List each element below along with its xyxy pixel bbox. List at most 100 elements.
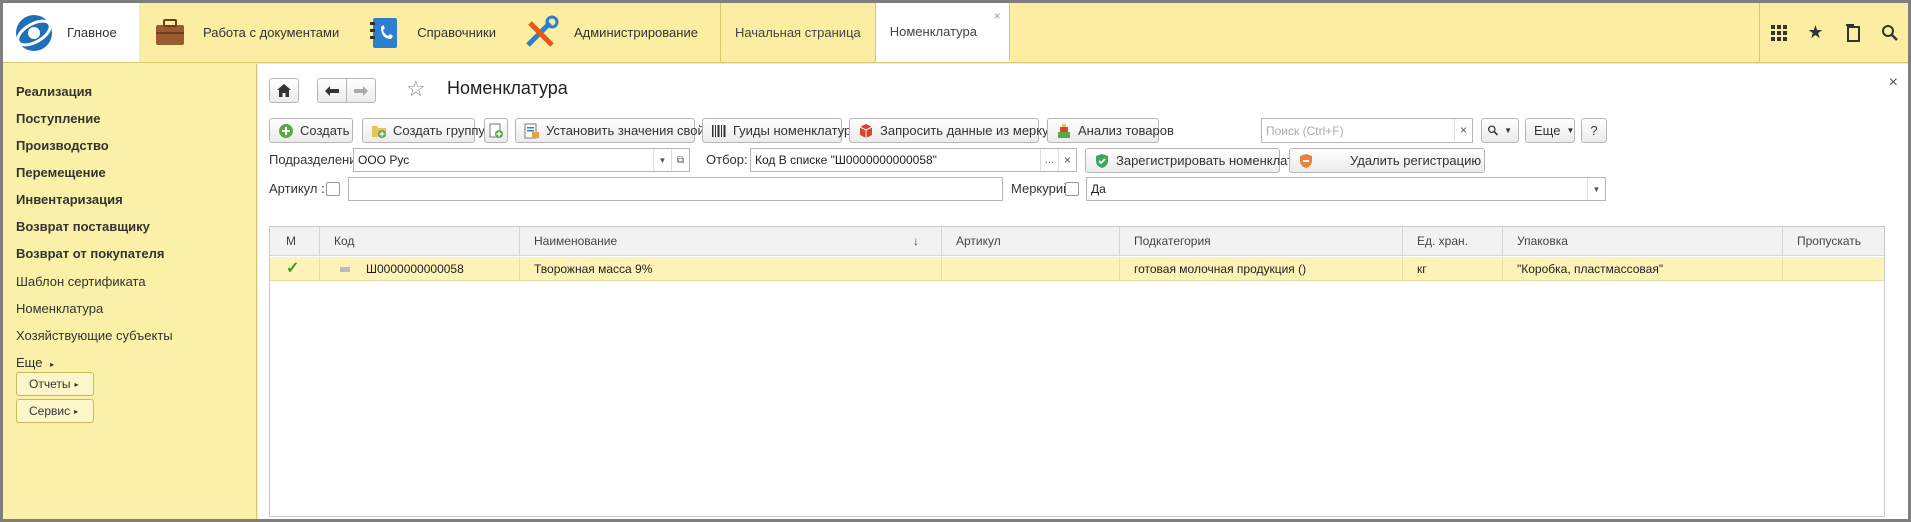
row-check-icon[interactable]: ✓: [270, 257, 320, 281]
section-catalogs[interactable]: Справочники: [353, 3, 510, 62]
section-catalogs-label: Справочники: [417, 25, 496, 40]
cell-article: [942, 257, 1120, 281]
open-tabs: Начальная страница Номенклатура ×: [719, 3, 1010, 62]
home-icon: [277, 84, 291, 97]
filter-field[interactable]: Код В списке "Ш0000000000058" … ×: [750, 148, 1077, 172]
create-button[interactable]: Создать: [269, 118, 353, 143]
clear-search-icon[interactable]: ×: [1454, 119, 1472, 141]
search-button[interactable]: ▼: [1481, 118, 1519, 143]
create-group-button-label: Создать группу: [393, 123, 485, 138]
col-skip[interactable]: Пропускать: [1783, 227, 1886, 256]
article-label: Артикул :: [269, 181, 325, 196]
section-admin[interactable]: Администрирование: [510, 3, 712, 62]
tab-nomenclature-label: Номенклатура: [889, 24, 977, 39]
reports-button[interactable]: Отчеты ▸: [16, 372, 94, 396]
shield-remove-icon: [1298, 153, 1314, 169]
section-documents[interactable]: Работа с документами: [139, 3, 353, 62]
sidebar-item-return-supplier[interactable]: Возврат поставщику: [16, 219, 150, 234]
close-form-icon[interactable]: ×: [1889, 74, 1898, 92]
unregister-button[interactable]: Удалить регистрацию: [1289, 148, 1485, 173]
cell-unit: кг: [1403, 257, 1503, 281]
col-code[interactable]: Код: [320, 227, 520, 256]
sidebar-item-inventory[interactable]: Инвентаризация: [16, 192, 123, 207]
search-input[interactable]: Поиск (Ctrl+F) ×: [1261, 118, 1473, 143]
sort-arrow-icon: ↓: [913, 234, 919, 248]
cell-code-value: Ш0000000000058: [366, 262, 464, 276]
table-row[interactable]: ✓ Ш0000000000058 Творожная масса 9% гото…: [270, 257, 1884, 281]
history-icon[interactable]: [1834, 3, 1871, 63]
chevron-right-icon: ▸: [74, 406, 79, 416]
sidebar-item-certificate-template[interactable]: Шаблон сертификата: [16, 274, 146, 289]
col-mark[interactable]: М: [270, 227, 320, 256]
tab-nomenclature[interactable]: Номенклатура ×: [875, 3, 1010, 62]
set-properties-button[interactable]: Установить значения свойств: [515, 118, 724, 143]
request-mercury-button[interactable]: Запросить данные из меркурий: [849, 118, 1070, 143]
sidebar-item-business-entities[interactable]: Хозяйствующие субъекты: [16, 328, 173, 343]
create-group-button[interactable]: Создать группу: [362, 118, 485, 143]
properties-icon: [524, 123, 540, 139]
mercury-checkbox[interactable]: [1065, 182, 1079, 196]
favorite-star-icon[interactable]: ☆: [406, 76, 426, 102]
division-field[interactable]: ООО Рус ▼ ⧉: [353, 148, 690, 172]
mercury-value: Да: [1091, 182, 1106, 196]
search-icon: [1488, 125, 1499, 136]
col-package[interactable]: Упаковка: [1503, 227, 1783, 256]
back-button[interactable]: [317, 78, 347, 103]
search-placeholder: Поиск (Ctrl+F): [1266, 123, 1344, 138]
chevron-down-icon[interactable]: ▼: [653, 149, 671, 171]
more-button[interactable]: Еще ▼: [1525, 118, 1575, 143]
sidebar-item-return-customer[interactable]: Возврат от покупателя: [16, 246, 164, 261]
forward-button[interactable]: [346, 78, 376, 103]
tab-home-page[interactable]: Начальная страница: [721, 3, 876, 62]
cell-skip: [1783, 257, 1886, 281]
col-name[interactable]: Наименование ↓: [520, 227, 942, 256]
sidebar-item-production[interactable]: Производство: [16, 138, 109, 153]
arrow-left-icon: [325, 85, 339, 96]
guids-button-label: Гуиды номенклатуры: [733, 123, 861, 138]
ellipsis-icon[interactable]: …: [1040, 149, 1058, 171]
briefcase-icon: [149, 13, 191, 53]
tab-close-icon[interactable]: ×: [994, 9, 1001, 23]
search-icon[interactable]: [1871, 3, 1908, 63]
sidebar-item-transfer[interactable]: Перемещение: [16, 165, 106, 180]
section-main[interactable]: Главное: [3, 3, 139, 62]
filter-value: Код В списке "Ш0000000000058": [755, 153, 937, 167]
chevron-down-icon: ▼: [1504, 126, 1512, 135]
phonebook-icon: [363, 13, 405, 53]
document-add-icon: [488, 123, 504, 139]
chevron-down-icon[interactable]: ▼: [1587, 178, 1605, 200]
analysis-button[interactable]: Анализ товаров: [1047, 118, 1174, 143]
cell-name: Творожная масса 9%: [520, 257, 942, 281]
help-button[interactable]: ?: [1581, 118, 1607, 143]
sidebar: Реализация Поступление Производство Пере…: [3, 64, 257, 519]
copy-button[interactable]: [484, 118, 508, 143]
col-unit[interactable]: Ед. хран.: [1403, 227, 1503, 256]
article-field[interactable]: [348, 177, 1003, 201]
clear-filter-icon[interactable]: ×: [1058, 149, 1076, 171]
star-icon[interactable]: ★: [1797, 3, 1834, 63]
chevron-right-icon: ▸: [74, 379, 79, 389]
sidebar-item-more[interactable]: Еще ▸: [16, 355, 54, 370]
package-icon: [858, 123, 874, 139]
mercury-field[interactable]: Да ▼: [1086, 177, 1606, 201]
service-button[interactable]: Сервис ▸: [16, 399, 94, 423]
sidebar-item-nomenclature[interactable]: Номенклатура: [16, 301, 103, 316]
plus-circle-icon: [278, 123, 294, 139]
col-article[interactable]: Артикул: [942, 227, 1120, 256]
home-button[interactable]: [269, 78, 299, 103]
folder-add-icon: [371, 123, 387, 139]
article-checkbox[interactable]: [326, 182, 340, 196]
section-admin-label: Администрирование: [573, 25, 698, 40]
open-icon[interactable]: ⧉: [671, 149, 689, 171]
guids-button[interactable]: Гуиды номенклатуры: [702, 118, 861, 143]
apps-grid-icon[interactable]: [1760, 3, 1797, 63]
cell-code: Ш0000000000058: [320, 257, 520, 281]
register-nomenclature-button[interactable]: Зарегистрировать номенклатуру: [1085, 148, 1313, 173]
sidebar-item-sales[interactable]: Реализация: [16, 84, 92, 99]
col-name-label: Наименование: [534, 234, 618, 248]
cell-package: "Коробка, пластмассовая": [1503, 257, 1783, 281]
sidebar-item-receipts[interactable]: Поступление: [16, 111, 101, 126]
service-button-label: Сервис: [29, 404, 71, 418]
set-properties-button-label: Установить значения свойств: [546, 123, 725, 138]
col-subcategory[interactable]: Подкатегория: [1120, 227, 1403, 256]
